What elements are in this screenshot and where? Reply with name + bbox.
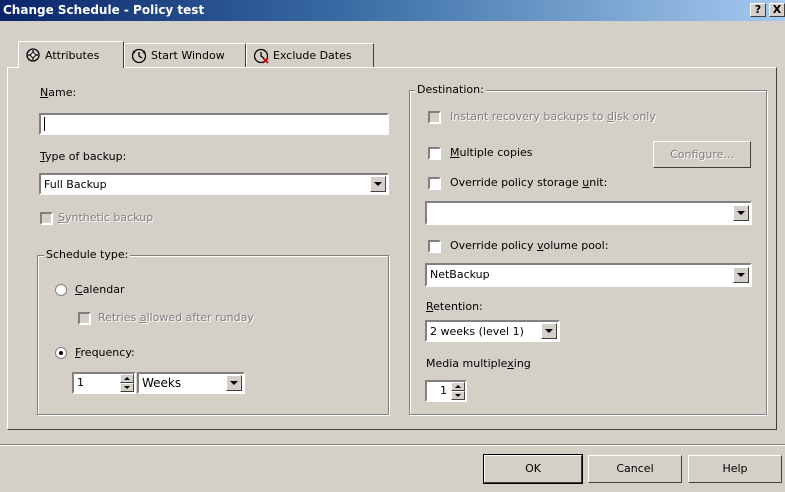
retention-label: Retention:: [426, 300, 483, 313]
spin-down-icon[interactable]: [451, 391, 465, 400]
override-volume-pool-label: Override policy volume pool:: [450, 239, 609, 252]
attributes-icon: [26, 48, 40, 62]
calendar-radio[interactable]: [55, 284, 67, 296]
retention-select[interactable]: 2 weeks (level 1): [425, 320, 560, 342]
tab-attributes[interactable]: Attributes: [18, 41, 124, 68]
retries-label: Retries allowed after runday: [98, 311, 254, 324]
schedule-type-group-title: Schedule type:: [44, 248, 131, 261]
spin-up-icon[interactable]: [120, 374, 134, 383]
frequency-spinner[interactable]: [120, 374, 134, 392]
multiple-copies-checkbox[interactable]: [428, 147, 441, 160]
frequency-radio[interactable]: [55, 347, 67, 359]
retention-value: 2 weeks (level 1): [430, 325, 524, 338]
clock-icon: [131, 48, 147, 63]
chevron-down-icon[interactable]: [370, 176, 386, 192]
storage-unit-select[interactable]: [425, 201, 752, 225]
type-of-backup-value: Full Backup: [44, 178, 107, 191]
calendar-label: Calendar: [75, 283, 125, 296]
configure-button[interactable]: Configure...: [653, 141, 751, 168]
exclude-dates-icon: [253, 48, 269, 64]
name-input[interactable]: [39, 113, 389, 135]
window-title: Change Schedule - Policy test: [3, 3, 205, 17]
tab-start-window[interactable]: Start Window: [124, 43, 246, 67]
frequency-input[interactable]: 1: [72, 372, 136, 394]
frequency-unit-select[interactable]: Weeks: [137, 372, 245, 394]
media-multiplexing-input[interactable]: 1: [425, 380, 467, 402]
frequency-label: Frequency:: [75, 346, 135, 359]
instant-recovery-label: Instant recovery backups to disk only: [450, 110, 656, 123]
chevron-down-icon[interactable]: [226, 375, 242, 391]
override-storage-unit-checkbox[interactable]: [428, 177, 441, 190]
chevron-down-icon[interactable]: [541, 323, 557, 339]
volume-pool-select[interactable]: NetBackup: [425, 263, 752, 287]
separator-line-highlight: [0, 445, 785, 446]
ok-button[interactable]: OK: [484, 455, 582, 483]
chevron-down-icon[interactable]: [733, 205, 749, 221]
override-storage-unit-label: Override policy storage unit:: [450, 176, 608, 189]
spin-up-icon[interactable]: [451, 382, 465, 391]
help-button[interactable]: Help: [688, 455, 782, 483]
type-of-backup-select[interactable]: Full Backup: [39, 173, 389, 195]
multiple-copies-label: Multiple copies: [450, 146, 533, 159]
text-caret: [44, 117, 45, 131]
help-title-button[interactable]: ?: [750, 3, 766, 17]
close-title-button[interactable]: X: [769, 3, 785, 17]
destination-group-title: Destination:: [415, 83, 486, 96]
multiplexing-spinner[interactable]: [451, 382, 465, 400]
volume-pool-value: NetBackup: [430, 268, 490, 281]
instant-recovery-checkbox[interactable]: [428, 111, 441, 124]
chevron-down-icon[interactable]: [733, 267, 749, 283]
tab-attributes-label: Attributes: [45, 48, 100, 62]
name-label: Name:: [40, 86, 77, 99]
synthetic-backup-checkbox[interactable]: [40, 212, 53, 225]
tab-start-window-label: Start Window: [151, 49, 225, 62]
cancel-button[interactable]: Cancel: [588, 455, 682, 483]
override-volume-pool-checkbox[interactable]: [428, 240, 441, 253]
retries-checkbox[interactable]: [78, 312, 91, 325]
tab-exclude-dates-label: Exclude Dates: [273, 49, 352, 62]
type-of-backup-label: Type of backup:: [40, 150, 127, 163]
synthetic-backup-label: Synthetic backup: [58, 211, 154, 224]
media-multiplexing-label: Media multiplexing: [426, 357, 531, 370]
tab-exclude-dates[interactable]: Exclude Dates: [246, 43, 374, 67]
spin-down-icon[interactable]: [120, 383, 134, 392]
